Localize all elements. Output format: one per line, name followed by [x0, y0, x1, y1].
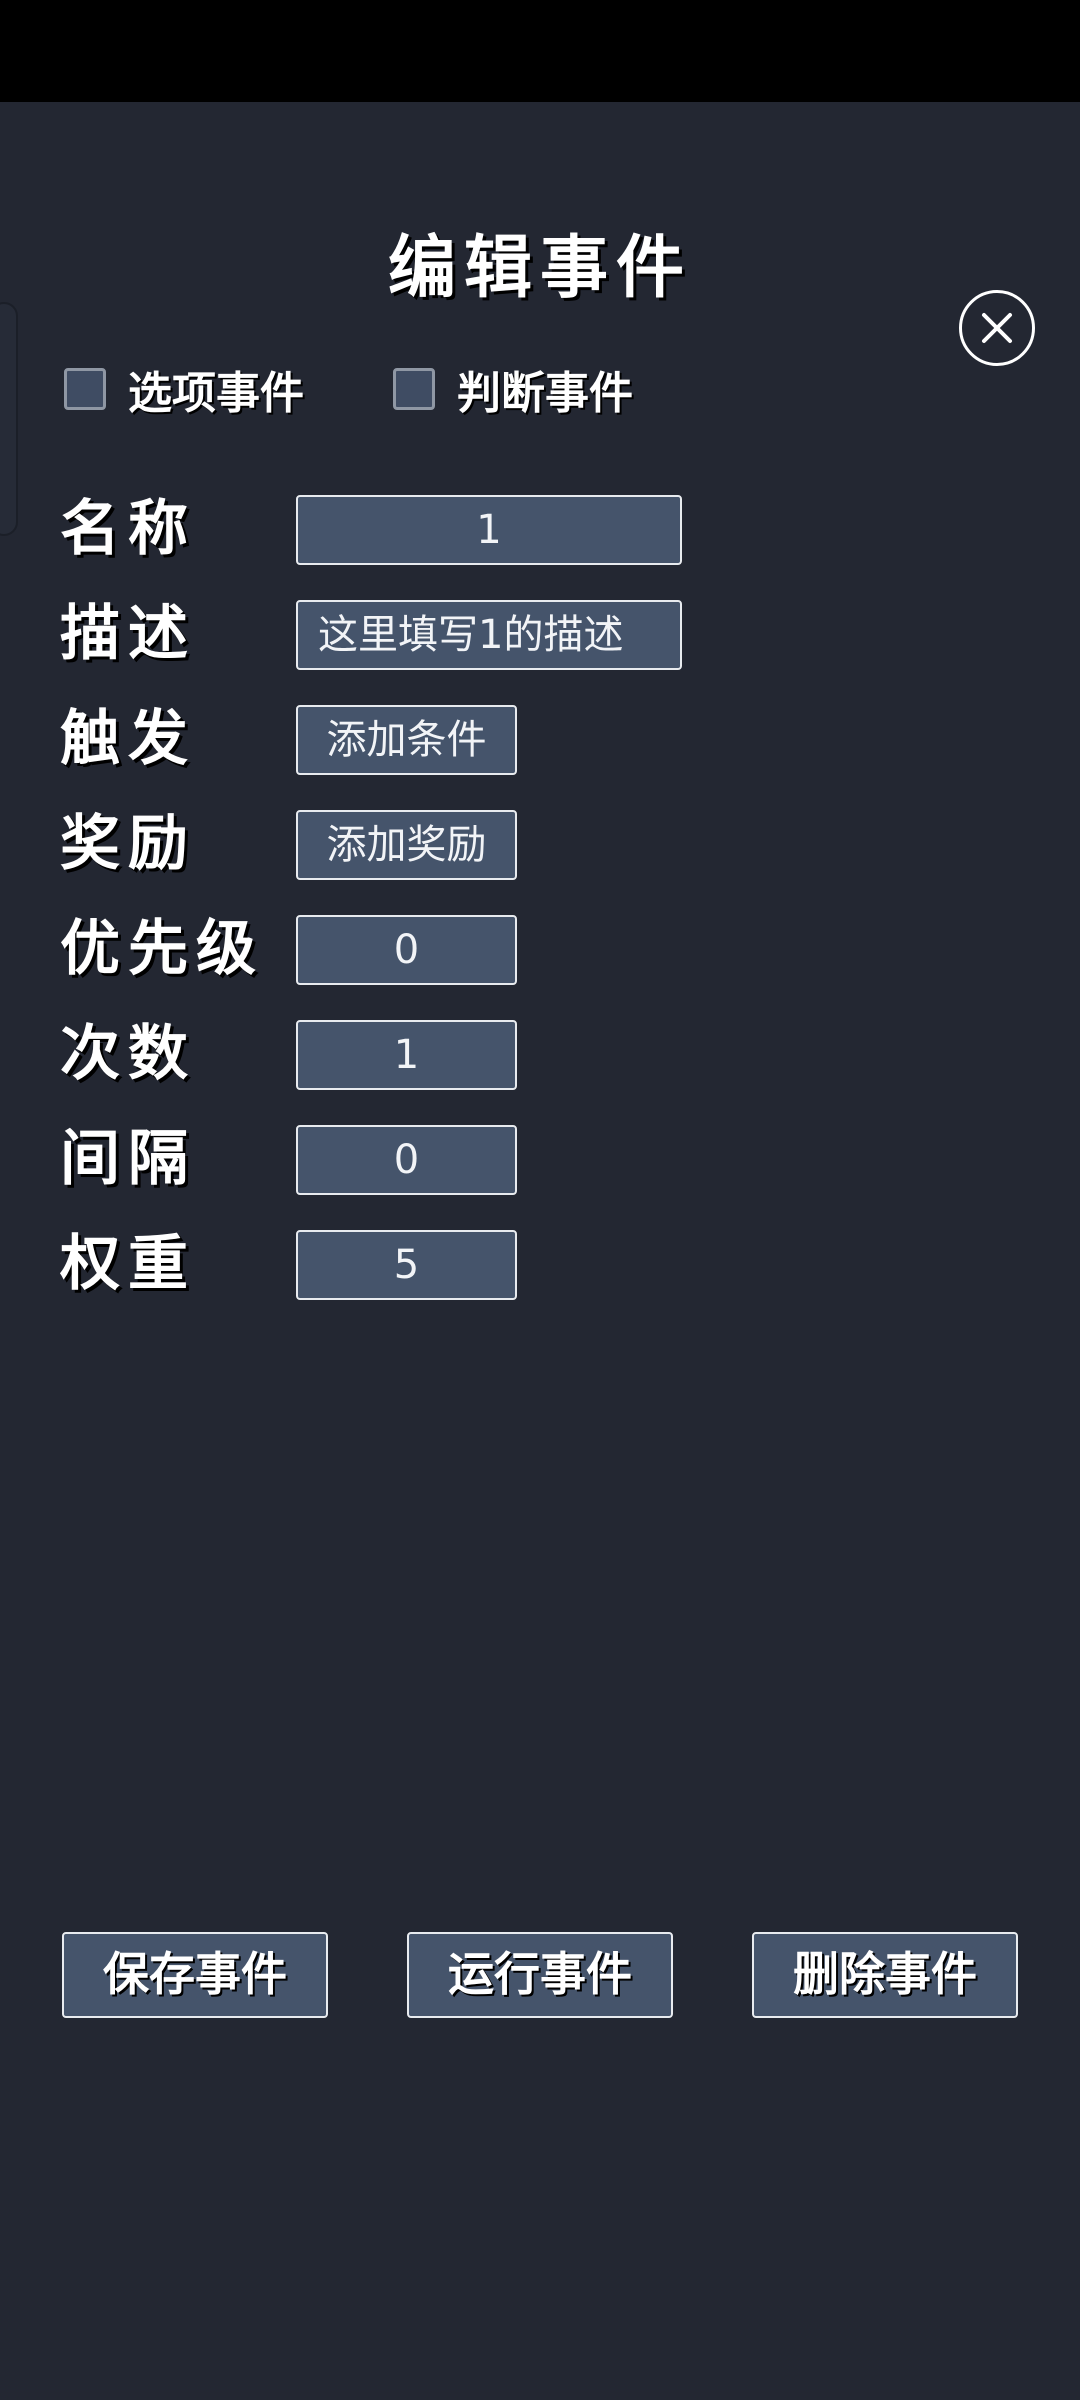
close-button[interactable] — [959, 290, 1035, 366]
run-event-button[interactable]: 运行事件 — [407, 1932, 673, 2018]
status-bar — [0, 0, 1080, 102]
trigger-label: 触发 — [60, 704, 196, 774]
interval-label: 间隔 — [60, 1124, 196, 1194]
judge-event-checkbox-box[interactable] — [393, 368, 435, 410]
delete-event-button[interactable]: 删除事件 — [752, 1932, 1018, 2018]
description-input[interactable]: 这里填写1的描述 — [296, 600, 682, 670]
judge-event-checkbox[interactable]: 判断事件 — [393, 354, 633, 424]
side-drawer-handle[interactable] — [0, 302, 18, 536]
add-condition-button[interactable]: 添加条件 — [296, 705, 517, 775]
priority-input[interactable]: 0 — [296, 915, 517, 985]
interval-input[interactable]: 0 — [296, 1125, 517, 1195]
dialog-title: 编辑事件 — [387, 229, 692, 308]
weight-input[interactable]: 5 — [296, 1230, 517, 1300]
count-label: 次数 — [60, 1019, 196, 1089]
save-event-button[interactable]: 保存事件 — [62, 1932, 328, 2018]
choice-event-checkbox[interactable]: 选项事件 — [64, 354, 304, 424]
description-label: 描述 — [60, 599, 196, 669]
judge-event-label: 判断事件 — [457, 368, 633, 419]
priority-label: 优先级 — [60, 914, 264, 984]
choice-event-checkbox-box[interactable] — [64, 368, 106, 410]
weight-label: 权重 — [60, 1229, 196, 1299]
close-icon — [982, 313, 1012, 343]
count-input[interactable]: 1 — [296, 1020, 517, 1090]
name-input[interactable]: 1 — [296, 495, 682, 565]
name-label: 名称 — [60, 494, 196, 564]
reward-label: 奖励 — [60, 809, 196, 879]
choice-event-label: 选项事件 — [128, 368, 304, 419]
add-reward-button[interactable]: 添加奖励 — [296, 810, 517, 880]
